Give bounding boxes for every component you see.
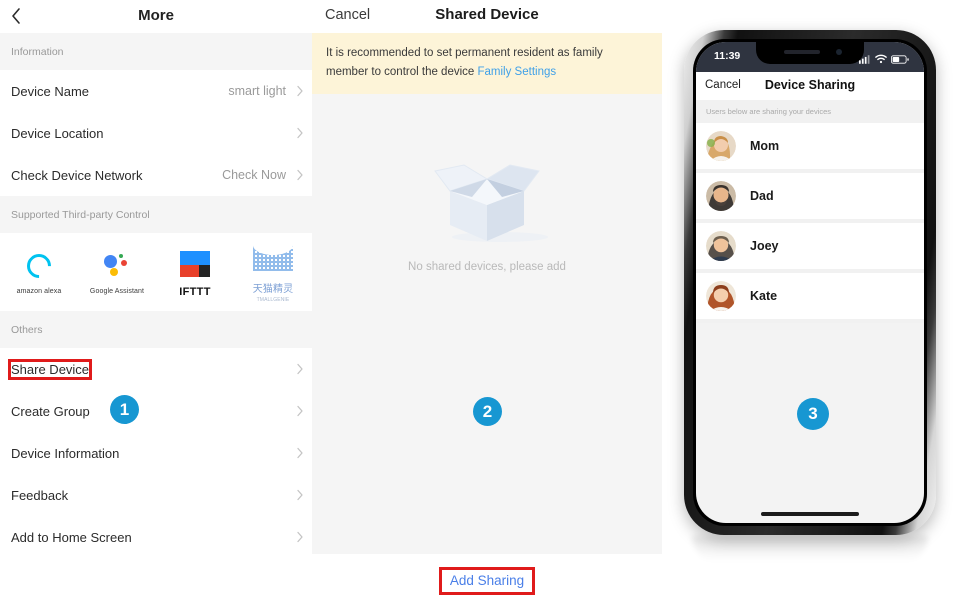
brand-google-assistant[interactable]: Google Assistant	[78, 249, 156, 295]
step-badge-3: 3	[797, 398, 829, 430]
step-badge-1: 1	[110, 395, 139, 424]
avatar	[706, 181, 736, 211]
chevron-right-icon	[296, 489, 304, 502]
row-check-device-network[interactable]: Check Device Network Check Now	[0, 154, 312, 196]
row-create-group[interactable]: Create Group	[0, 390, 312, 432]
chevron-right-icon	[296, 447, 304, 460]
brand-ifttt[interactable]: IFTTT	[156, 247, 234, 298]
contact-name: Dad	[750, 189, 774, 203]
shared-device-panel: Cancel Shared Device It is recommended t…	[312, 0, 662, 600]
status-time: 11:39	[714, 50, 741, 62]
brand-label: IFTTT	[179, 285, 211, 298]
chevron-right-icon	[296, 531, 304, 544]
notch	[756, 42, 864, 64]
row-device-name[interactable]: Device Name smart light	[0, 70, 312, 112]
screenshot-stage: More Information Device Name smart light…	[0, 0, 958, 600]
section-header-others: Others	[0, 311, 312, 348]
contact-name: Kate	[750, 289, 778, 303]
ifttt-icon	[180, 247, 210, 281]
step-badge-2: 2	[473, 397, 502, 426]
status-bar: 11:39	[696, 42, 924, 72]
phone-page-title: Device Sharing	[764, 78, 856, 92]
wifi-icon	[875, 51, 887, 69]
avatar	[706, 231, 736, 261]
phone-nav-bar: Cancel Device Sharing	[696, 72, 924, 100]
row-label: Device Information	[11, 445, 120, 461]
open-box-icon	[422, 149, 552, 249]
row-label: Add to Home Screen	[11, 529, 132, 545]
row-label: Feedback	[11, 487, 69, 503]
page-title: Shared Device	[435, 6, 539, 23]
mid-nav-bar: Cancel Shared Device	[312, 0, 662, 33]
list-item[interactable]: Kate	[696, 273, 924, 323]
brand-sublabel: TMALLGENIE	[256, 297, 290, 303]
brand-label: 天猫精灵	[252, 284, 294, 295]
row-device-location[interactable]: Device Location	[0, 112, 312, 154]
speaker-icon	[784, 50, 820, 54]
chevron-right-icon	[296, 405, 304, 418]
avatar	[706, 131, 736, 161]
cellular-signal-icon	[859, 51, 871, 69]
third-party-brand-strip: amazon alexa Google Assistant IFTTT 天猫精灵…	[0, 233, 312, 311]
brand-label: amazon alexa	[16, 288, 62, 295]
phone-bezel: 11:39 Cancel Device Sharing Users below …	[693, 39, 927, 526]
google-assistant-icon	[102, 249, 132, 283]
empty-state-area: No shared devices, please add	[312, 94, 662, 555]
family-settings-link[interactable]: Family Settings	[478, 66, 557, 78]
add-sharing-area: Add Sharing	[312, 567, 662, 595]
row-label: Check Device Network	[11, 167, 143, 183]
add-sharing-button[interactable]: Add Sharing	[438, 567, 536, 595]
avatar	[706, 281, 736, 311]
row-label: Device Location	[11, 125, 104, 141]
phone-screen: 11:39 Cancel Device Sharing Users below …	[696, 42, 924, 523]
phone-reflection	[692, 536, 928, 562]
section-header-information: Information	[0, 33, 312, 70]
list-item[interactable]: Mom	[696, 123, 924, 173]
contact-name: Joey	[750, 239, 779, 253]
page-title: More	[138, 7, 174, 24]
row-value: smart light	[228, 84, 286, 98]
row-label: Device Name	[11, 83, 90, 99]
chevron-right-icon	[296, 363, 304, 376]
status-icons	[859, 51, 909, 69]
chevron-right-icon	[296, 85, 304, 98]
chevron-right-icon	[296, 169, 304, 182]
left-nav-bar: More	[0, 0, 312, 33]
recommendation-banner: It is recommended to set permanent resid…	[312, 33, 662, 95]
row-feedback[interactable]: Feedback	[0, 474, 312, 516]
tmall-genie-icon	[253, 241, 293, 275]
list-item[interactable]: Dad	[696, 173, 924, 223]
empty-state-text: No shared devices, please add	[408, 261, 566, 274]
row-device-information[interactable]: Device Information	[0, 432, 312, 474]
contact-name: Mom	[750, 139, 780, 153]
list-item[interactable]: Joey	[696, 223, 924, 273]
brand-amazon-alexa[interactable]: amazon alexa	[0, 249, 78, 295]
brand-tmall-genie[interactable]: 天猫精灵 TMALLGENIE	[234, 241, 312, 303]
row-label: Create Group	[11, 403, 90, 419]
row-label: Share Device	[7, 358, 93, 380]
row-add-to-home-screen[interactable]: Add to Home Screen	[0, 516, 312, 558]
more-settings-panel: More Information Device Name smart light…	[0, 0, 312, 600]
section-header-third-party: Supported Third-party Control	[0, 196, 312, 233]
front-camera-icon	[836, 49, 842, 55]
chevron-right-icon	[296, 127, 304, 140]
battery-icon	[891, 51, 909, 69]
home-indicator[interactable]	[761, 512, 859, 516]
row-share-device[interactable]: Share Device	[0, 348, 312, 390]
phone-mockup-panel: 11:39 Cancel Device Sharing Users below …	[662, 0, 958, 600]
amazon-alexa-icon	[22, 249, 56, 283]
banner-text: It is recommended to set permanent resid…	[326, 47, 603, 78]
row-value: Check Now	[222, 168, 286, 182]
iphone-frame: 11:39 Cancel Device Sharing Users below …	[684, 30, 936, 535]
brand-label: Google Assistant	[89, 288, 145, 295]
sharing-hint-text: Users below are sharing your devices	[696, 100, 924, 123]
